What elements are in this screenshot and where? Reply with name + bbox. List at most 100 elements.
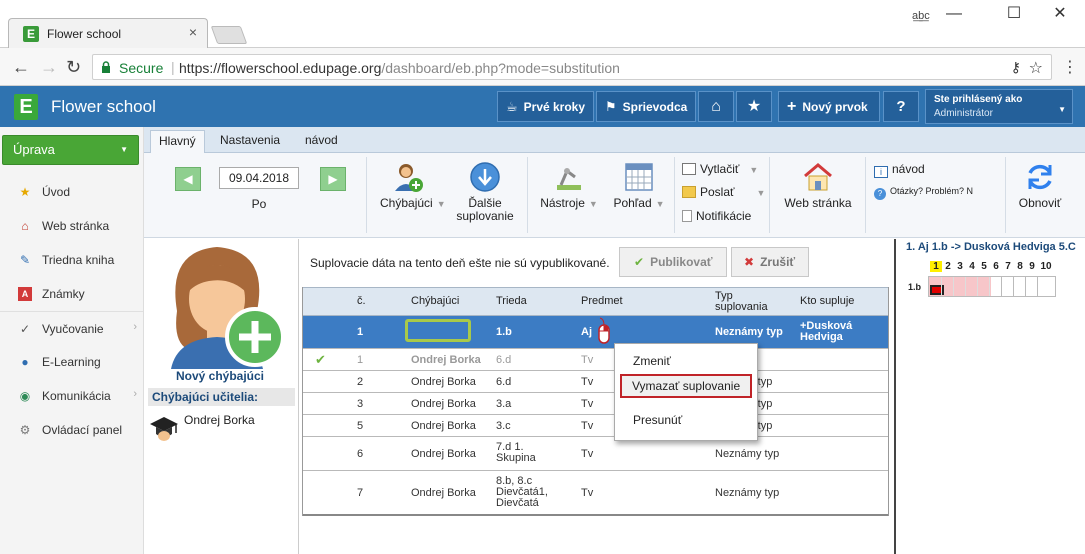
- house-icon: ⌂: [21, 219, 29, 233]
- user-menu[interactable]: Ste prihlásený ako Administrátor ▼: [925, 89, 1073, 124]
- table-row[interactable]: 1 1.b Aj Neznámy typ +Dusková Hedviga: [303, 316, 888, 349]
- bookmark-star-icon[interactable]: ☆: [1029, 58, 1043, 78]
- notification-icon: [682, 210, 692, 222]
- tab-nastavenia[interactable]: Nastavenia: [214, 133, 286, 147]
- sidebar-item-label: Triedna kniha: [42, 253, 115, 267]
- vytlacit-button[interactable]: Vytlačiť ▼: [682, 162, 758, 176]
- date-input[interactable]: 09.04.2018: [219, 167, 299, 189]
- browser-menu-icon[interactable]: ⋮: [1062, 57, 1078, 77]
- new-missing-avatar-icon[interactable]: [157, 241, 287, 369]
- sidebar-item-web-stranka[interactable]: ⌂ Web stránka: [0, 209, 143, 243]
- chevron-down-icon: ▼: [120, 145, 128, 154]
- cancel-button[interactable]: ✖ Zrušiť: [731, 247, 809, 277]
- menu-item-vymazat-suplovanie[interactable]: Vymazať suplovanie: [620, 374, 752, 398]
- dalsie-suplovanie-button[interactable]: Ďalšie suplovanie: [450, 161, 520, 223]
- add-person-icon: [395, 164, 423, 192]
- help-button[interactable]: ?: [883, 91, 919, 122]
- tab-hlavny[interactable]: Hlavný: [150, 130, 205, 154]
- row-chybajuci: Ondrej Borka: [411, 420, 476, 432]
- nastroje-label: Nástroje: [540, 196, 585, 210]
- novy-chybajuci-link[interactable]: Nový chýbajúci: [145, 369, 295, 383]
- back-icon[interactable]: ←: [12, 57, 30, 78]
- favorites-button[interactable]: ★: [736, 91, 772, 122]
- next-day-button[interactable]: ▶: [320, 167, 346, 191]
- table-row[interactable]: 7 Ondrej Borka 8.b, 8.c Dievčatá1, Dievčat…: [303, 471, 888, 516]
- menu-item-presunut[interactable]: Presunúť: [615, 408, 759, 432]
- novy-prvok-button[interactable]: + Nový prvok: [778, 91, 880, 122]
- menu-item-zmenit[interactable]: Zmeniť: [615, 349, 759, 373]
- forward-icon[interactable]: →: [40, 57, 58, 78]
- maximize-icon[interactable]: ☐: [1004, 4, 1024, 24]
- row-chybajuci: Ondrej Borka: [411, 487, 476, 499]
- plus-icon: +: [787, 98, 797, 115]
- period-number: 7: [1005, 261, 1011, 272]
- pohlad-button[interactable]: Pohľad ▼: [606, 161, 672, 211]
- url-input[interactable]: Secure | https://flowerschool.edupage.or…: [92, 54, 1052, 80]
- sidebar-item-e-learning[interactable]: ● E-Learning: [0, 345, 143, 379]
- cup-icon: ☕: [506, 99, 518, 114]
- ribbon-tabs: Hlavný Nastavenia návod: [144, 127, 1085, 154]
- row-trieda: 1.b: [496, 326, 512, 338]
- row-kto-2: Hedviga: [800, 331, 843, 343]
- chevron-down-icon: ▼: [436, 199, 446, 209]
- sprievodca-button[interactable]: ⚑ Sprievodca: [596, 91, 696, 122]
- sidebar-item-komunikacia[interactable]: ◉ Komunikácia ›: [0, 379, 143, 413]
- sidebar-item-ovladaci-panel[interactable]: ⚙ Ovládací panel: [0, 413, 143, 447]
- uprava-button[interactable]: Úprava ▼: [2, 135, 139, 165]
- new-tab-button[interactable]: [210, 26, 248, 44]
- publish-button[interactable]: ✔ Publikovať: [619, 247, 727, 277]
- lock-icon: [102, 61, 110, 73]
- poslat-button[interactable]: Poslať ▼: [682, 185, 765, 199]
- period-number: 9: [1029, 261, 1035, 272]
- browser-tab[interactable]: E Flower school ×: [8, 18, 208, 48]
- home-button[interactable]: ⌂: [698, 91, 734, 122]
- app-title[interactable]: Flower school: [51, 97, 156, 117]
- row-typ: Neznámy typ: [715, 487, 780, 499]
- notifikacie-button[interactable]: Notifikácie: [682, 209, 751, 223]
- publish-label: Publikovať: [650, 255, 713, 269]
- close-window-icon[interactable]: ✕: [1050, 4, 1070, 24]
- chybajuci-button[interactable]: Chýbajúci ▼: [380, 161, 446, 211]
- sidebar-item-vyucovanie[interactable]: ✓ Vyučovanie ›: [0, 311, 143, 345]
- navod-button[interactable]: i návod: [874, 162, 925, 178]
- table-row[interactable]: 5 Ondrej Borka 3.c Tv ny typ: [303, 415, 888, 437]
- browser-tabstrip: E Flower school × a͟b͟c — ☐ ✕: [0, 0, 1085, 48]
- web-stranka-button[interactable]: Web stránka: [778, 161, 858, 210]
- row-predmet: Tv: [581, 448, 594, 460]
- favicon-icon: E: [23, 26, 39, 42]
- publish-notice: Suplovacie dáta na tento deň ešte nie sú…: [310, 256, 610, 270]
- minimize-icon[interactable]: —: [944, 4, 964, 24]
- sidebar-item-label: Známky: [42, 287, 85, 301]
- row-typ: Neznámy typ: [715, 326, 783, 338]
- sidebar-item-label: Vyučovanie: [42, 322, 104, 336]
- row-c: 1: [357, 326, 364, 338]
- table-row[interactable]: 2 Ondrej Borka 6.d Tv ny typ: [303, 371, 888, 393]
- teaching-icon: ✓: [19, 322, 31, 336]
- edupage-logo-icon[interactable]: E: [14, 94, 38, 120]
- key-icon[interactable]: ⚷: [1011, 59, 1021, 76]
- ribbon-separator: [366, 157, 367, 233]
- period-number: 8: [1017, 261, 1023, 272]
- prev-day-button[interactable]: ◀: [175, 167, 201, 191]
- missing-teacher-item[interactable]: Ondrej Borka: [184, 413, 255, 427]
- sidebar-item-triedna-kniha[interactable]: ✎ Triedna kniha: [0, 243, 143, 277]
- row-trieda: 3.a: [496, 398, 512, 410]
- sidebar-item-uvod[interactable]: ★ Úvod: [0, 175, 143, 209]
- obnovit-button[interactable]: Obnoviť: [1014, 161, 1066, 210]
- reload-icon[interactable]: ↻: [66, 57, 81, 78]
- prve-kroky-button[interactable]: ☕ Prvé kroky: [497, 91, 594, 122]
- sidebar-item-znamky[interactable]: A Známky: [0, 277, 143, 311]
- tab-close-icon[interactable]: ×: [189, 24, 197, 40]
- table-row[interactable]: 3 Ondrej Borka 3.a Tv ny typ: [303, 393, 888, 415]
- otazky-link[interactable]: ? Otázky? Problém? N: [874, 186, 998, 200]
- ribbon-separator: [674, 157, 675, 233]
- nastroje-button[interactable]: Nástroje ▼: [536, 161, 602, 211]
- pohlad-label: Pohľad: [613, 196, 652, 210]
- tab-navod[interactable]: návod: [299, 133, 344, 147]
- col-typ: Typ suplovania: [715, 291, 768, 313]
- table-row[interactable]: 6 Ondrej Borka 7.d 1. Skupina Tv Neznámy …: [303, 437, 888, 471]
- secure-label: Secure: [119, 60, 164, 76]
- table-row[interactable]: ✔ 1 Ondrej Borka 6.d Tv: [303, 349, 888, 371]
- chevron-down-icon: ▼: [756, 188, 766, 198]
- window-user-icon[interactable]: a͟b͟c: [912, 10, 930, 22]
